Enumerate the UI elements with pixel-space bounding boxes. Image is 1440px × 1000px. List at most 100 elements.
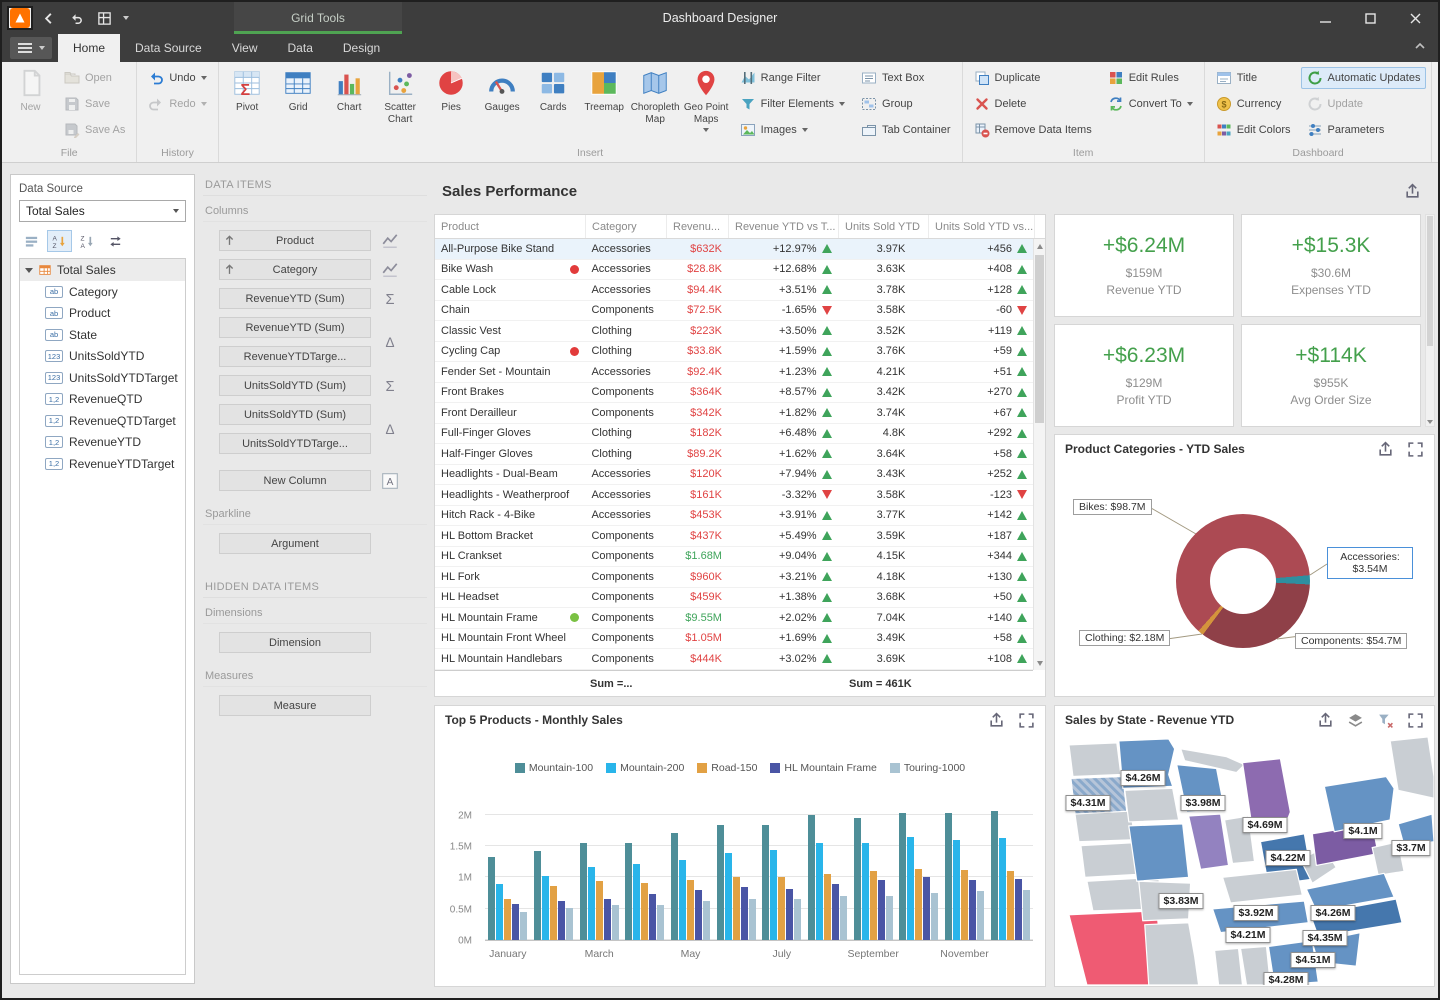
table-row[interactable]: HL HeadsetComponents$459K+1.38%3.68K+50 <box>435 588 1033 609</box>
bar-hl-mountain-frame[interactable] <box>832 884 839 941</box>
choropleth-map-button[interactable]: Choropleth Map <box>630 63 681 145</box>
table-row[interactable]: HL Mountain HandlebarsComponents$444K+3.… <box>435 649 1033 670</box>
field-unitssoldytd[interactable]: 123UnitsSoldYTD <box>20 346 185 368</box>
data-item-unitssoldytd-sum[interactable]: UnitsSoldYTD (Sum) <box>219 375 371 396</box>
data-item-measure[interactable]: Measure <box>219 695 371 716</box>
scroll-down-icon[interactable] <box>1426 420 1434 424</box>
table-row[interactable]: Front DerailleurComponents$342K+1.82%3.7… <box>435 403 1033 424</box>
bar-hl-mountain-frame[interactable] <box>558 901 565 940</box>
redo-button[interactable]: Redo <box>142 93 212 115</box>
pie-label-bikes[interactable]: Bikes: $98.7M <box>1073 499 1152 515</box>
bar-mountain-100[interactable] <box>854 818 861 940</box>
data-item-revenueytd-sum[interactable]: RevenueYTD (Sum) <box>219 317 371 338</box>
bar-road-150[interactable] <box>961 870 968 940</box>
data-item-unitssoldytdtarge[interactable]: UnitsSoldYTDTarge... <box>219 433 371 454</box>
grid-col-header-2[interactable]: Revenu... <box>667 215 729 238</box>
update-button[interactable]: Update <box>1301 93 1427 115</box>
edit-rules-button[interactable]: Edit Rules <box>1102 67 1199 89</box>
grid-item[interactable]: ProductCategoryRevenu...Revenue YTD vs T… <box>434 214 1046 697</box>
data-item-product[interactable]: Product <box>219 230 371 251</box>
scroll-up-icon[interactable] <box>1034 240 1045 252</box>
data-item-new-column[interactable]: New Column <box>219 470 371 491</box>
cards-scrollbar[interactable] <box>1425 214 1435 427</box>
table-row[interactable]: Full-Finger GlovesClothing$182K+6.48%4.8… <box>435 424 1033 445</box>
save-button[interactable]: Save <box>58 93 131 115</box>
state-shape[interactable] <box>1390 737 1434 798</box>
group-button[interactable]: Group <box>855 93 957 115</box>
scrollbar-thumb[interactable] <box>1035 255 1044 423</box>
bar-road-150[interactable] <box>641 883 648 940</box>
automatic-updates-button[interactable]: Automatic Updates <box>1301 67 1427 89</box>
clear-filter-icon[interactable] <box>1377 712 1394 729</box>
chart-item[interactable]: Top 5 Products - Monthly Sales Mountain-… <box>434 705 1046 987</box>
tab-home[interactable]: Home <box>58 34 120 62</box>
bar-touring-1000[interactable] <box>840 896 847 940</box>
quick-access-caret-icon[interactable] <box>123 16 129 20</box>
field-layout-icon[interactable] <box>19 230 44 252</box>
state-shape[interactable] <box>1215 948 1243 985</box>
bar-touring-1000[interactable] <box>794 899 801 940</box>
bar-hl-mountain-frame[interactable] <box>878 880 885 940</box>
data-source-select[interactable]: Total Sales <box>19 200 186 222</box>
bar-mountain-100[interactable] <box>991 811 998 940</box>
tab-data-source[interactable]: Data Source <box>120 34 217 62</box>
delete-button[interactable]: Delete <box>968 93 1098 115</box>
treemap-button[interactable]: Treemap <box>579 63 630 145</box>
state-shape[interactable] <box>1189 814 1229 869</box>
data-item-category[interactable]: Category <box>219 259 371 280</box>
grid-col-header-4[interactable]: Units Sold YTD <box>839 215 929 238</box>
kpi-card-profit-ytd[interactable]: +$6.23M$129MProfit YTD <box>1054 324 1234 427</box>
bar-hl-mountain-frame[interactable] <box>786 889 793 940</box>
scrollbar-thumb[interactable] <box>1427 216 1433 346</box>
bar-hl-mountain-frame[interactable] <box>604 899 611 940</box>
app-logo-icon[interactable] <box>7 6 33 30</box>
table-row[interactable]: Cable LockAccessories$94.4K+3.51%3.78K+1… <box>435 280 1033 301</box>
bar-road-150[interactable] <box>687 880 694 940</box>
images-button[interactable]: Images <box>734 119 851 141</box>
pivot-button[interactable]: ΣPivot <box>222 63 273 145</box>
quick-grid-icon[interactable] <box>91 6 117 30</box>
bar-touring-1000[interactable] <box>1023 890 1030 940</box>
kpi-card-avg-order-size[interactable]: +$114K$955KAvg Order Size <box>1241 324 1421 427</box>
parameters-button[interactable]: Parameters <box>1301 119 1427 141</box>
gauges-button[interactable]: Gauges <box>477 63 528 145</box>
field-product[interactable]: abProduct <box>20 303 185 325</box>
bar-mountain-200[interactable] <box>725 853 732 940</box>
scroll-down-icon[interactable] <box>1034 657 1045 669</box>
kpi-card-revenue-ytd[interactable]: +$6.24M$159MRevenue YTD <box>1054 214 1234 317</box>
table-row[interactable]: Hitch Rack - 4-BikeAccessories$453K+3.91… <box>435 506 1033 527</box>
field-revenueytd[interactable]: 1,2RevenueYTD <box>20 432 185 454</box>
table-row[interactable]: Bike WashAccessories$28.8K+12.68%3.63K+4… <box>435 260 1033 281</box>
bar-road-150[interactable] <box>550 886 557 940</box>
bar-road-150[interactable] <box>824 874 831 941</box>
bar-mountain-100[interactable] <box>580 843 587 940</box>
bar-hl-mountain-frame[interactable] <box>695 890 702 940</box>
state-shape[interactable] <box>1069 743 1121 777</box>
bar-mountain-100[interactable] <box>945 813 952 940</box>
export-icon[interactable] <box>1317 712 1334 729</box>
cards-button[interactable]: Cards <box>528 63 579 145</box>
cards-item[interactable]: +$6.24M$159MRevenue YTD+$15.3K$30.6MExpe… <box>1054 214 1435 428</box>
bar-touring-1000[interactable] <box>703 901 710 940</box>
bar-mountain-100[interactable] <box>534 851 541 940</box>
pie-label-components[interactable]: Components: $54.7M <box>1295 633 1407 649</box>
export-icon[interactable] <box>1404 183 1421 200</box>
sort-za-icon[interactable]: ZA <box>75 230 100 252</box>
table-row[interactable]: HL Mountain FrameComponents$9.55M+2.02%7… <box>435 608 1033 629</box>
table-row[interactable]: Fender Set - MountainAccessories$92.4K+1… <box>435 362 1033 383</box>
bar-mountain-200[interactable] <box>679 860 686 940</box>
tree-root-total-sales[interactable]: Total Sales <box>20 259 185 281</box>
field-revenueqtd[interactable]: 1,2RevenueQTD <box>20 389 185 411</box>
open-button[interactable]: Open <box>58 67 131 89</box>
bar-hl-mountain-frame[interactable] <box>512 904 519 940</box>
table-row[interactable]: Front BrakesComponents$364K+8.57%3.42K+2… <box>435 383 1033 404</box>
data-item-revenueytdtarge[interactable]: RevenueYTDTarge... <box>219 346 371 367</box>
new-button[interactable]: New <box>5 63 56 145</box>
geo-point-maps-button[interactable]: Geo Point Maps <box>681 63 732 145</box>
bar-mountain-200[interactable] <box>907 837 914 941</box>
tab-data[interactable]: Data <box>273 34 328 62</box>
field-category[interactable]: abCategory <box>20 281 185 303</box>
back-icon[interactable] <box>35 6 61 30</box>
minimize-button[interactable] <box>1303 2 1348 34</box>
table-row[interactable]: All-Purpose Bike StandAccessories$632K+1… <box>435 239 1033 260</box>
